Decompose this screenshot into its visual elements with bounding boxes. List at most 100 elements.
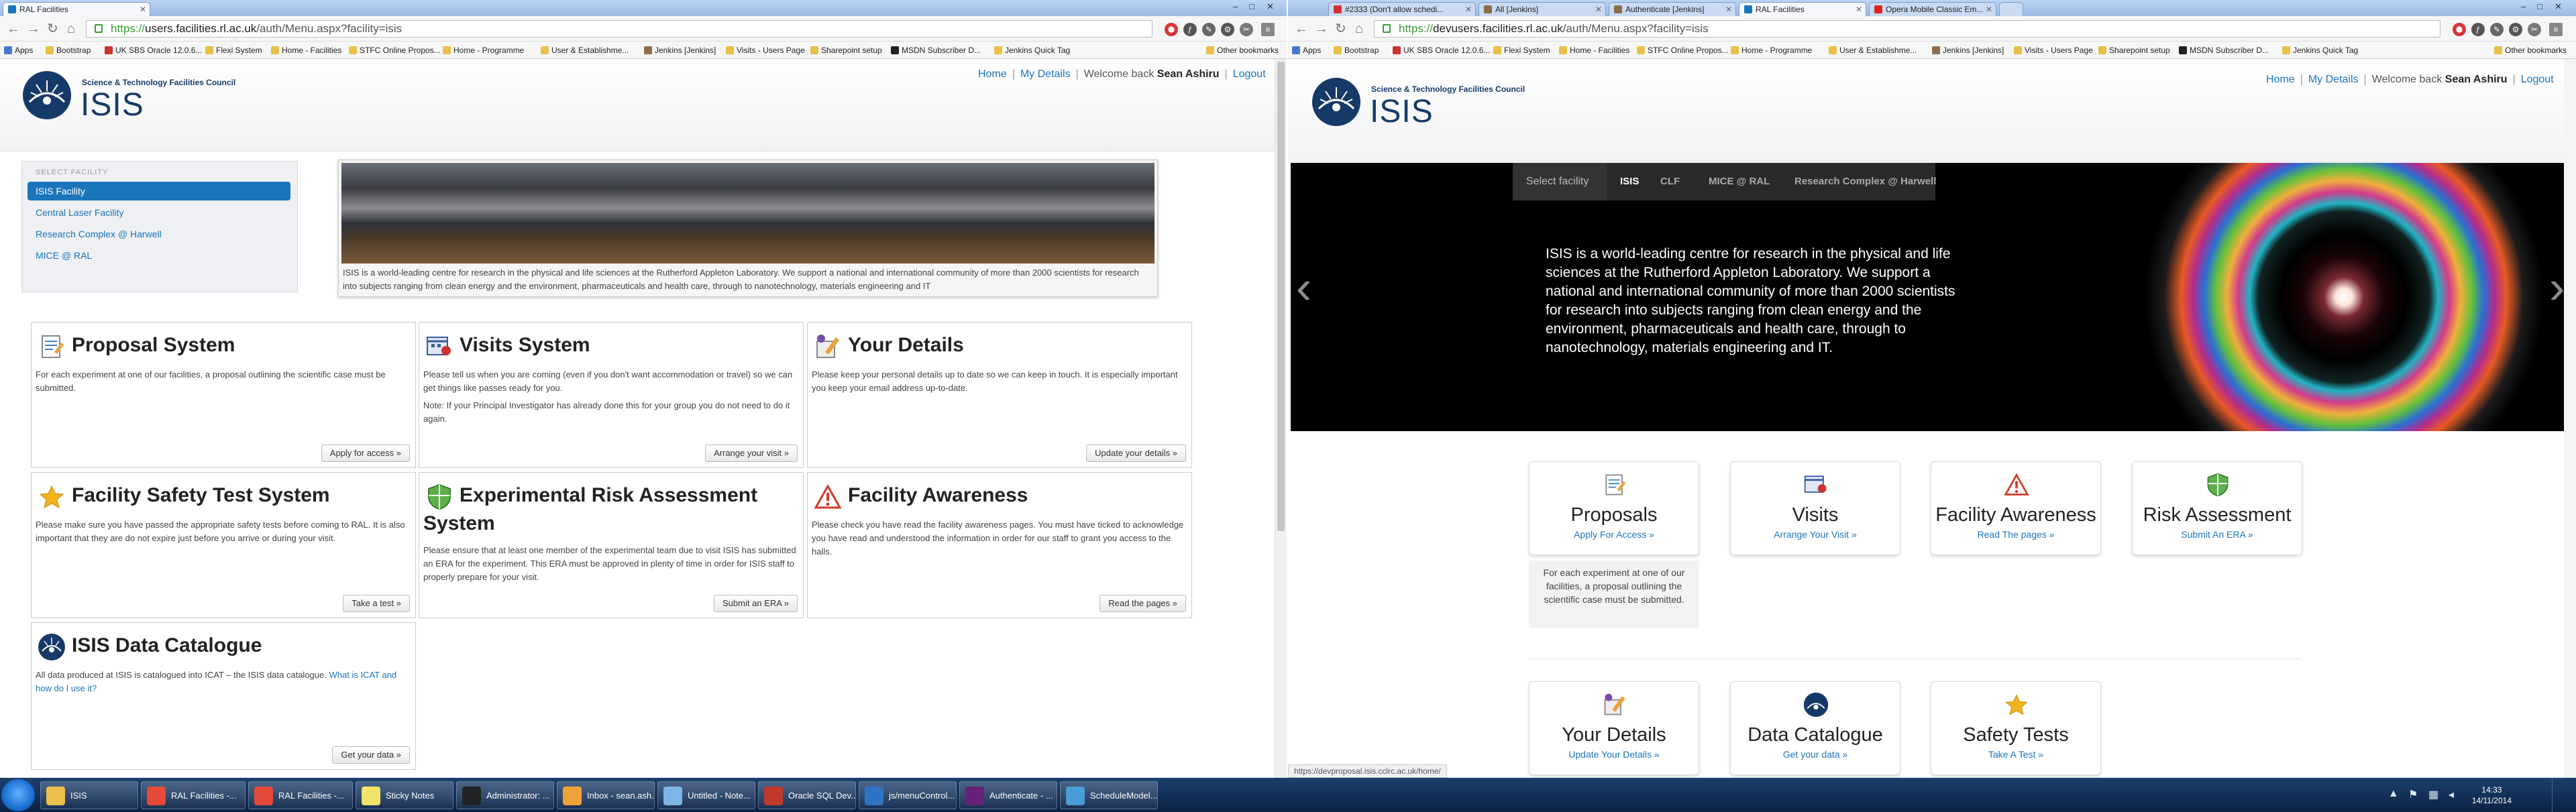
extension-icon[interactable]: ✎ xyxy=(1202,23,1216,36)
bookmark-sharepoint[interactable]: Sharepoint setup xyxy=(2098,42,2170,59)
bookmark-user-establishment[interactable]: User & Establishme... xyxy=(1829,42,1917,59)
right-vertical-scrollbar[interactable] xyxy=(2564,59,2576,778)
right-tab-opera-mobile[interactable]: Opera Mobile Classic Em... ✕ xyxy=(1869,2,1996,16)
right-tab-all-jenkins[interactable]: All [Jenkins] ✕ xyxy=(1479,2,1606,16)
menu-icon[interactable]: ≡ xyxy=(1261,23,1275,36)
left-tab-ral-facilities[interactable]: RAL Facilities ✕ xyxy=(3,2,150,16)
extension-icon[interactable]: ✎ xyxy=(2490,23,2504,36)
apply-for-access-button[interactable]: Apply for access » xyxy=(321,445,410,462)
facility-item-clf[interactable]: Central Laser Facility xyxy=(28,203,290,222)
take-test-link[interactable]: Take A Test » xyxy=(1931,749,2100,760)
right-tab-ral-facilities[interactable]: RAL Facilities ✕ xyxy=(1739,2,1866,16)
tile-your-details[interactable]: Your Details Update Your Details » xyxy=(1529,681,1699,775)
isis-logo[interactable]: Science & Technology Facilities Council … xyxy=(1312,78,1554,134)
carousel-prev-button[interactable]: ‹ xyxy=(1296,264,1311,310)
forward-button[interactable]: → xyxy=(27,21,40,36)
taskbar-item[interactable]: ISIS xyxy=(40,781,138,809)
close-tab-icon[interactable]: ✕ xyxy=(1856,3,1862,16)
bookmark-stfc-online[interactable]: STFC Online Propos... xyxy=(1637,42,1729,59)
tile-visits[interactable]: Visits Arrange Your Visit » xyxy=(1730,461,1900,555)
tray-volume-icon[interactable]: ◂ xyxy=(2449,788,2454,801)
tile-data-catalogue[interactable]: Data Catalogue Get your data » xyxy=(1730,681,1900,775)
minimize-button[interactable]: – xyxy=(2521,0,2526,13)
submit-era-link[interactable]: Submit An ERA » xyxy=(2133,529,2302,540)
bookmark-home-facilities[interactable]: Home - Facilities xyxy=(271,42,341,59)
new-tab-button[interactable] xyxy=(1999,2,2023,16)
reload-button[interactable]: ↻ xyxy=(1335,21,1346,36)
tray-flag-icon[interactable]: ⚑ xyxy=(2408,788,2418,801)
bookmark-sharepoint[interactable]: Sharepoint setup xyxy=(810,42,882,59)
taskbar-item[interactable]: Sticky Notes xyxy=(356,781,453,809)
forward-button[interactable]: → xyxy=(1315,21,1328,36)
bookmark-stfc-online[interactable]: STFC Online Propos... xyxy=(349,42,441,59)
get-data-link[interactable]: Get your data » xyxy=(1731,749,1900,760)
maximize-button[interactable]: □ xyxy=(1249,0,1254,13)
bookmark-visits[interactable]: Visits - Users Page xyxy=(2014,42,2093,59)
taskbar-item[interactable]: Authenticate - ... xyxy=(959,781,1057,809)
back-button[interactable]: ← xyxy=(1295,21,1308,36)
nav-my-details-link[interactable]: My Details xyxy=(2308,74,2359,85)
address-bar[interactable]: https://users.facilities.rl.ac.uk/auth/M… xyxy=(86,20,1152,38)
nav-logout-link[interactable]: Logout xyxy=(1233,68,1266,80)
facility-item-isis[interactable]: ISIS Facility xyxy=(28,182,290,200)
arrange-visit-button[interactable]: Arrange your visit » xyxy=(705,445,798,462)
bookmark-bootstrap[interactable]: Bootstrap xyxy=(1334,42,1379,59)
wrench-icon[interactable]: ✂ xyxy=(2528,23,2541,36)
close-tab-icon[interactable]: ✕ xyxy=(1465,3,1472,16)
minimize-button[interactable]: – xyxy=(1233,0,1238,13)
close-window-button[interactable]: ✕ xyxy=(1267,0,1274,13)
bookmark-apps[interactable]: Apps xyxy=(1292,42,1321,59)
carousel-next-button[interactable]: › xyxy=(2549,264,2565,310)
clock[interactable]: 14:33 14/11/2014 xyxy=(2472,785,2512,806)
bookmark-home-facilities[interactable]: Home - Facilities xyxy=(1559,42,1629,59)
adblock-icon[interactable]: ⬢ xyxy=(1165,23,1178,36)
close-tab-icon[interactable]: ✕ xyxy=(1725,3,1732,16)
facility-item-research-complex[interactable]: Research Complex @ Harwell xyxy=(28,225,290,243)
nav-home-link[interactable]: Home xyxy=(2266,74,2295,85)
update-details-button[interactable]: Update your details » xyxy=(1086,445,1186,462)
nav-logout-link[interactable]: Logout xyxy=(2521,74,2554,85)
update-details-link[interactable]: Update Your Details » xyxy=(1529,749,1699,760)
taskbar-item[interactable]: Untitled - Note... xyxy=(657,781,755,809)
bookmark-uk-sbs[interactable]: UK SBS Oracle 12.0.6... xyxy=(105,42,202,59)
gear-icon[interactable]: ⚙ xyxy=(2509,23,2522,36)
bookmark-other[interactable]: Other bookmarks xyxy=(2494,42,2567,59)
bookmark-msdn[interactable]: MSDN Subscriber D... xyxy=(2179,42,2269,59)
submit-era-button[interactable]: Submit an ERA » xyxy=(714,595,798,612)
facility-nav-isis[interactable]: ISIS xyxy=(1620,163,1639,200)
take-test-button[interactable]: Take a test » xyxy=(343,595,410,612)
right-tab-authenticate-jenkins[interactable]: Authenticate [Jenkins] ✕ xyxy=(1609,2,1736,16)
home-button[interactable]: ⌂ xyxy=(1355,21,1363,36)
taskbar-item[interactable]: Oracle SQL Dev... xyxy=(758,781,856,809)
close-tab-icon[interactable]: ✕ xyxy=(140,3,146,16)
bookmark-home-programme[interactable]: Home - Programme xyxy=(443,42,524,59)
taskbar-item[interactable]: js/menuControl... xyxy=(859,781,957,809)
bookmark-jenkins-quick-tag[interactable]: Jenkins Quick Tag xyxy=(2282,42,2358,59)
nav-home-link[interactable]: Home xyxy=(978,68,1007,80)
tile-proposals[interactable]: Proposals Apply For Access » xyxy=(1529,461,1699,555)
function-extension-icon[interactable]: ƒ xyxy=(1183,23,1197,36)
bookmark-other[interactable]: Other bookmarks xyxy=(1206,42,1279,59)
bookmark-bootstrap[interactable]: Bootstrap xyxy=(46,42,91,59)
tile-safety-tests[interactable]: Safety Tests Take A Test » xyxy=(1931,681,2101,775)
bookmark-msdn[interactable]: MSDN Subscriber D... xyxy=(891,42,981,59)
home-button[interactable]: ⌂ xyxy=(67,21,75,36)
facility-nav-clf[interactable]: CLF xyxy=(1660,163,1680,200)
start-button[interactable] xyxy=(1,779,35,811)
tile-facility-awareness[interactable]: Facility Awareness Read The pages » xyxy=(1931,461,2101,555)
right-tab-2333[interactable]: #2333 (Don't allow schedi... ✕ xyxy=(1328,2,1476,16)
address-bar[interactable]: https://devusers.facilities.rl.ac.uk/aut… xyxy=(1374,20,2440,38)
wrench-icon[interactable]: ✂ xyxy=(1240,23,1253,36)
gear-icon[interactable]: ⚙ xyxy=(1221,23,1234,36)
bookmark-user-establishment[interactable]: User & Establishme... xyxy=(541,42,629,59)
bookmark-jenkins[interactable]: Jenkins [Jenkins] xyxy=(1932,42,2004,59)
close-window-button[interactable]: ✕ xyxy=(2555,0,2562,13)
tray-network-icon[interactable]: ▦ xyxy=(2428,788,2438,801)
back-button[interactable]: ← xyxy=(7,21,20,36)
bookmark-flexi[interactable]: Flexi System xyxy=(205,42,262,59)
isis-logo[interactable]: Science & Technology Facilities Council … xyxy=(23,71,264,127)
bookmark-jenkins[interactable]: Jenkins [Jenkins] xyxy=(644,42,716,59)
apply-for-access-link[interactable]: Apply For Access » xyxy=(1529,529,1699,540)
facility-item-mice[interactable]: MICE @ RAL xyxy=(28,246,290,265)
facility-nav-research-complex[interactable]: Research Complex @ Harwell xyxy=(1794,163,1936,200)
